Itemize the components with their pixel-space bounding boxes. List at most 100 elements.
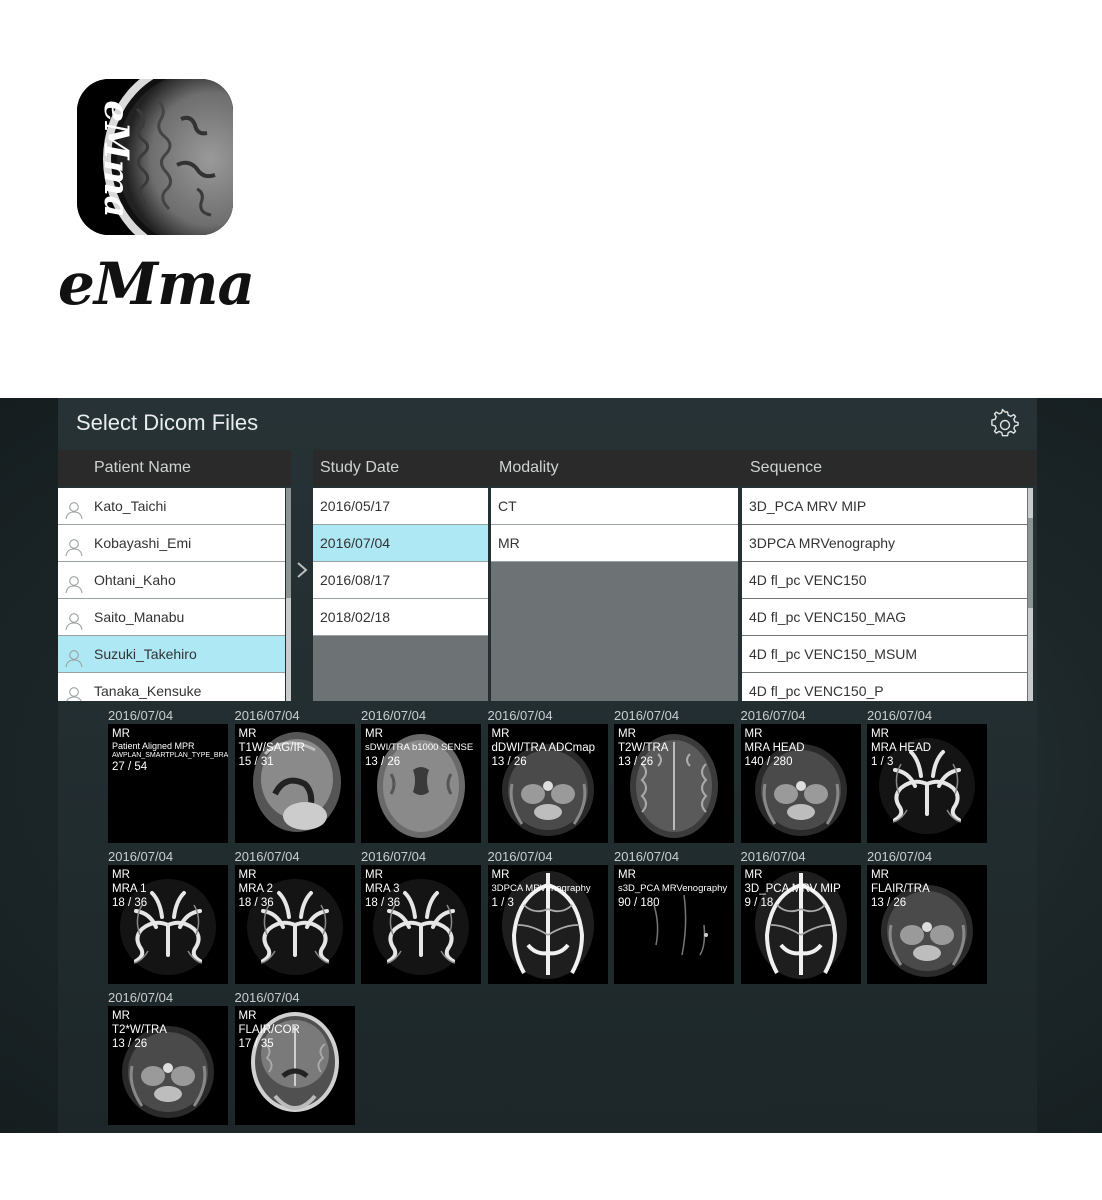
- thumbnail-image: MR T2*W/TRA 13 / 26: [108, 1006, 228, 1125]
- series-thumbnail[interactable]: 2016/07/04 MR Patient Aligned MPR AWPLAN_SM…: [108, 709, 228, 848]
- thumbnail-image-count: 13 / 26: [618, 756, 654, 768]
- sequence-list-scrollbar[interactable]: [1028, 488, 1033, 701]
- thumbnail-modality: MR: [112, 1010, 130, 1022]
- series-thumbnail[interactable]: 2016/07/04 MR T2*W/TRA 13 / 26: [108, 991, 228, 1130]
- thumbnail-date: 2016/07/04: [487, 849, 553, 864]
- patient-list-scrollbar[interactable]: [286, 488, 291, 701]
- sequence-row[interactable]: 4D fl_pc VENC150_P: [742, 673, 1027, 701]
- thumbnail-image: MR MRA 1 18 / 36: [108, 865, 228, 984]
- thumbnail-date: 2016/07/04: [108, 708, 174, 723]
- thumbnail-date: 2016/07/04: [361, 849, 427, 864]
- thumbnail-series: 3DPCA MRVenography: [491, 883, 591, 894]
- patient-row[interactable]: Ohtani_Kaho: [58, 562, 285, 599]
- thumbnail-caption: MR 3D_PCA MRV MIP 9 / 18: [745, 868, 841, 910]
- thumbnail-image: MR Patient Aligned MPR AWPLAN_SMARTPLAN_TY…: [108, 724, 228, 843]
- thumbnail-series: MRA 3: [365, 883, 400, 895]
- series-thumbnail[interactable]: 2016/07/04 MR MRA HEAD 140 / 280: [740, 709, 861, 848]
- series-thumbnail[interactable]: 2016/07/04 MR MRA HEAD 1 / 3: [867, 709, 987, 848]
- thumbnail-series: s3D_PCA MRVenography: [618, 883, 728, 894]
- thumbnail-image: MR 3D_PCA MRV MIP 9 / 18: [740, 865, 861, 984]
- study-date-row[interactable]: 2016/05/17: [313, 488, 488, 525]
- thumbnail-series: dDWI/TRA ADCmap: [491, 742, 596, 754]
- series-thumbnail[interactable]: 2016/07/04 MR MRA 2 18 / 36: [234, 850, 355, 989]
- study-date-row[interactable]: 2018/02/18: [313, 599, 488, 636]
- thumbnail-date: 2016/07/04: [108, 849, 174, 864]
- thumbnail-series: MRA HEAD: [871, 742, 932, 754]
- chevron-right-icon[interactable]: [294, 560, 310, 580]
- series-thumbnail[interactable]: 2016/07/04 MR FLAIR/COR 17 / 35: [234, 991, 355, 1130]
- series-thumbnail[interactable]: 2016/07/04 MR dDWI/TRA ADCmap 13 / 26: [487, 709, 608, 848]
- series-thumbnail[interactable]: 2016/07/04 MR 3D_PCA MRV MIP 9 / 18: [740, 849, 861, 989]
- thumbnail-caption: MR MRA 2 18 / 36: [239, 868, 274, 910]
- thumbnail-caption: MR FLAIR/COR 17 / 35: [239, 1009, 300, 1051]
- gear-icon: [991, 408, 1019, 437]
- sequence-row[interactable]: 3DPCA MRVenography: [742, 525, 1027, 562]
- thumbnail-series: MRA 1: [112, 883, 147, 895]
- series-thumbnail[interactable]: 2016/07/04 MR T1W/SAG/IR 15 / 31: [234, 709, 355, 848]
- series-thumbnail[interactable]: 2016/07/04 MR sDWI/TRA b1000 SENSE 13 / 26: [361, 709, 481, 848]
- series-thumbnail[interactable]: 2016/07/04 MR FLAIR/TRA 13 / 26: [867, 850, 987, 989]
- patient-row[interactable]: Saito_Manabu: [58, 599, 285, 636]
- thumbnail-image: MR FLAIR/COR 17 / 35: [234, 1006, 355, 1125]
- thumbnail-modality: MR: [238, 728, 257, 740]
- series-thumbnail[interactable]: 2016/07/04 MR T2W/TRA 13 / 26: [614, 709, 734, 848]
- app-logo-wordmark: eMma: [58, 250, 255, 318]
- thumbnail-modality: MR: [238, 869, 257, 881]
- thumbnail-series: T1W/SAG/IR: [238, 742, 305, 754]
- thumbnail-caption: MR Patient Aligned MPR AWPLAN_SMARTPLAN_TY…: [112, 727, 228, 774]
- thumbnail-caption: MR MRA 1 18 / 36: [112, 868, 147, 910]
- thumbnail-image-count: 13 / 26: [112, 1038, 148, 1050]
- dicom-selector-window: Select Dicom Files Patient Name Study Da…: [0, 398, 1102, 1133]
- series-thumbnail[interactable]: 2016/07/04 MR MRA 1 18 / 36: [108, 850, 228, 989]
- person-icon: [65, 534, 83, 557]
- thumbnail-caption: MR dDWI/TRA ADCmap 13 / 26: [492, 727, 596, 769]
- study-date-row[interactable]: 2016/08/17: [313, 562, 488, 599]
- thumbnail-series: 3D_PCA MRV MIP: [744, 883, 841, 895]
- thumbnail-image-count: 27 / 54: [112, 761, 148, 773]
- patient-row[interactable]: Kobayashi_Emi: [58, 525, 285, 562]
- thumbnail-image-count: 1 / 3: [491, 897, 514, 909]
- thumbnail-series: T2*W/TRA: [112, 1024, 167, 1036]
- thumbnail-caption: MR sDWI/TRA b1000 SENSE 13 / 26: [365, 727, 473, 769]
- sequence-row[interactable]: 4D fl_pc VENC150_MAG: [742, 599, 1027, 636]
- series-thumbnail[interactable]: 2016/07/04 MR s3D_PCA MRVenography 90 / 180: [614, 850, 734, 989]
- study-date-list: 2016/05/17 2016/07/04 2016/08/17 2018/02/18: [313, 488, 488, 701]
- person-icon: [65, 571, 83, 594]
- sequence-header: Sequence: [750, 459, 823, 476]
- thumbnail-image-count: 13 / 26: [871, 897, 907, 909]
- thumbnail-date: 2016/07/04: [740, 849, 806, 864]
- person-icon: [65, 682, 83, 701]
- thumbnail-image: MR MRA 2 18 / 36: [234, 865, 355, 984]
- person-icon: [65, 497, 83, 520]
- study-date-row[interactable]: 2016/07/04: [313, 525, 488, 562]
- patient-row[interactable]: Tanaka_Kensuke: [58, 673, 285, 701]
- thumbnail-modality: MR: [744, 869, 763, 881]
- study-table-header: Study Date Modality Sequence: [313, 450, 1037, 486]
- settings-button[interactable]: [988, 408, 1022, 442]
- thumbnail-caption: MR T2*W/TRA 13 / 26: [112, 1009, 167, 1051]
- modality-list: CT MR: [491, 488, 738, 701]
- patient-row[interactable]: Suzuki_Takehiro: [58, 636, 285, 673]
- thumbnail-caption: MR FLAIR/TRA 13 / 26: [871, 868, 930, 910]
- sequence-row[interactable]: 3D_PCA MRV MIP: [742, 488, 1027, 525]
- thumbnail-image: MR T2W/TRA 13 / 26: [614, 724, 734, 843]
- thumbnail-date: 2016/07/04: [361, 708, 427, 723]
- thumbnail-series: FLAIR/COR: [238, 1024, 300, 1036]
- thumbnail-image: MR FLAIR/TRA 13 / 26: [867, 865, 987, 984]
- series-thumbnail[interactable]: 2016/07/04 MR 3DPCA MRVenography 1 / 3: [487, 849, 608, 989]
- thumbnail-image: MR MRA HEAD 1 / 3: [867, 724, 987, 843]
- page-title: Select Dicom Files: [76, 410, 259, 435]
- thumbnail-modality: MR: [744, 728, 763, 740]
- thumbnail-image-count: 15 / 31: [238, 756, 274, 768]
- patient-row[interactable]: Kato_Taichi: [58, 488, 285, 525]
- modality-row[interactable]: CT: [491, 488, 738, 525]
- thumbnail-image-count: 9 / 18: [744, 897, 774, 909]
- modality-row[interactable]: MR: [491, 525, 738, 562]
- sequence-row[interactable]: 4D fl_pc VENC150_MSUM: [742, 636, 1027, 673]
- person-icon: [65, 608, 83, 631]
- thumbnail-modality: MR: [618, 728, 636, 740]
- thumbnail-modality: MR: [112, 869, 130, 881]
- thumbnail-modality: MR: [238, 1010, 257, 1022]
- series-thumbnail[interactable]: 2016/07/04 MR MRA 3 18 / 36: [361, 850, 481, 989]
- sequence-row[interactable]: 4D fl_pc VENC150: [742, 562, 1027, 599]
